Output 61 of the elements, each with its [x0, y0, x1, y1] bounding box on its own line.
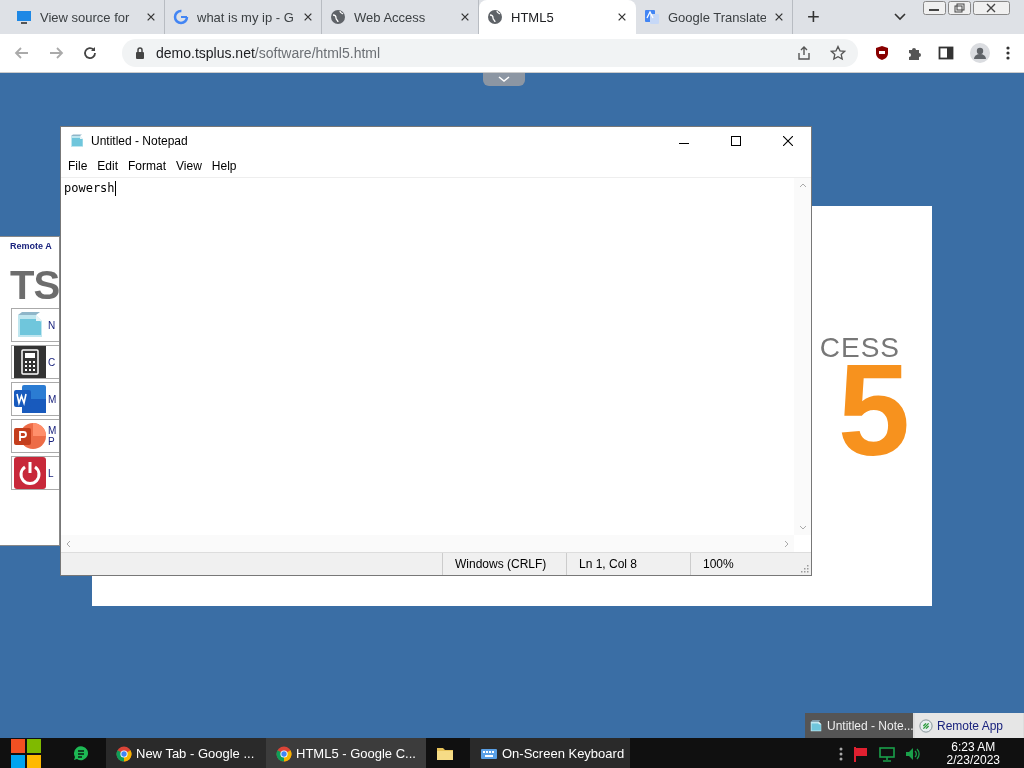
puzzle-icon[interactable]: [906, 45, 922, 61]
panel-title: Remote A: [9, 240, 53, 251]
calculator-icon: [14, 346, 46, 378]
globe-icon: [487, 9, 503, 25]
close-icon[interactable]: [774, 12, 784, 22]
globe-icon: [330, 9, 346, 25]
menu-item[interactable]: Format: [123, 159, 172, 173]
presentation-icon: [14, 420, 46, 452]
notepad-icon: [809, 718, 823, 733]
close-icon[interactable]: [460, 12, 470, 22]
notepad-icon: [69, 133, 85, 149]
profile-icon[interactable]: [970, 43, 990, 63]
flag-icon[interactable]: [852, 745, 869, 762]
translate-icon: [644, 9, 660, 25]
start-icon[interactable]: [10, 738, 42, 768]
menu-item[interactable]: File: [63, 159, 93, 173]
clock[interactable]: 6:23 AM 2/23/2023: [946, 740, 1000, 767]
lock-icon: [134, 46, 146, 60]
status-text: Ln 1, Col 8: [566, 553, 690, 575]
close-icon[interactable]: [303, 12, 313, 22]
taskbar-button[interactable]: New Tab - Google ...: [106, 738, 266, 768]
network-icon[interactable]: [878, 745, 895, 762]
menu-item[interactable]: Help: [206, 159, 242, 173]
menu-icon[interactable]: [1006, 45, 1010, 61]
shield-icon[interactable]: [874, 45, 890, 61]
close-icon[interactable]: [617, 12, 627, 22]
word-icon: [14, 383, 46, 415]
menu-item[interactable]: View: [171, 159, 207, 173]
reload-icon[interactable]: [82, 45, 98, 61]
close-icon[interactable]: [783, 136, 793, 146]
address-field[interactable]: demo.tsplus.net/software/html5.html: [122, 39, 858, 67]
status-text: Windows (CRLF): [442, 553, 566, 575]
remote-app-icon: [919, 718, 933, 733]
chat-icon[interactable]: [72, 744, 90, 763]
window-button[interactable]: Untitled - Note...: [805, 713, 913, 738]
text-editor[interactable]: powersh: [61, 178, 794, 535]
taskbar-button[interactable]: On-Screen Keyboard: [470, 738, 630, 768]
minimize-icon[interactable]: [923, 1, 946, 15]
chevron-down-icon: [498, 76, 510, 83]
monitor-icon: [16, 9, 32, 25]
side-panel-icon[interactable]: [938, 45, 954, 61]
star-icon[interactable]: [830, 45, 846, 61]
restore-icon[interactable]: [948, 1, 971, 15]
overflow-icon[interactable]: [838, 746, 843, 761]
resize-grip-icon[interactable]: [800, 563, 809, 573]
new-tab-button[interactable]: +: [807, 6, 820, 28]
browser-tab[interactable]: HTML5: [479, 0, 636, 34]
taskbar-button[interactable]: HTML5 - Google C...: [266, 738, 426, 768]
logo-text: TS: [9, 262, 59, 305]
menu-item[interactable]: Edit: [92, 159, 124, 173]
close-icon[interactable]: [973, 1, 1010, 15]
power-icon: [14, 457, 46, 489]
window-title: Untitled - Notepad: [91, 134, 189, 148]
chrome-icon: [276, 745, 292, 762]
share-icon[interactable]: [796, 45, 812, 61]
maximize-icon[interactable]: [731, 136, 741, 146]
chrome-icon: [116, 745, 132, 762]
window-button[interactable]: Remote App: [915, 713, 1023, 738]
toolbar-handle[interactable]: [483, 73, 525, 86]
close-icon[interactable]: [146, 12, 156, 22]
google-icon: [173, 9, 189, 25]
